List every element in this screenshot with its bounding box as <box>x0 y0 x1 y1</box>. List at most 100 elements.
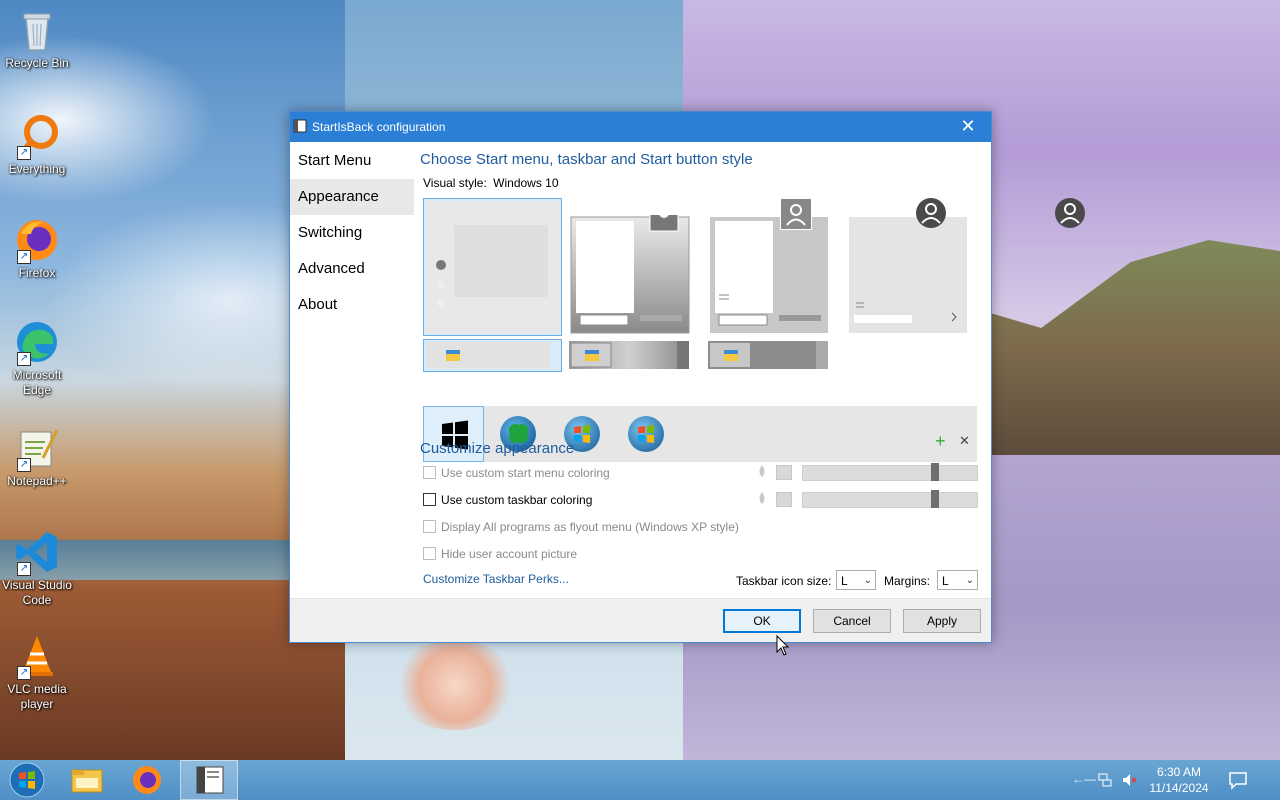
taskbar-file-explorer[interactable] <box>58 760 116 800</box>
customize-heading: Customize appearance <box>420 440 575 457</box>
shortcut-arrow-icon: ↗ <box>17 352 31 366</box>
ok-button[interactable]: OK <box>723 609 801 633</box>
taskbar-icon-size-label: Taskbar icon size: <box>736 574 832 588</box>
taskbar-icon-size-select[interactable]: L ⌄ <box>836 570 876 590</box>
taskbar-startisback-config[interactable] <box>180 760 238 800</box>
taskbar-firefox[interactable] <box>118 760 176 800</box>
desktop-icon-label: Firefox <box>18 266 56 280</box>
checkbox-label: Display All programs as flyout menu (Win… <box>441 520 739 534</box>
shortcut-arrow-icon: ↗ <box>17 250 31 264</box>
chevron-down-icon: ⌄ <box>863 575 872 586</box>
checkbox-flyout-all-programs[interactable]: Display All programs as flyout menu (Win… <box>423 519 739 535</box>
cancel-button[interactable]: Cancel <box>813 609 891 633</box>
nav-item-advanced[interactable]: Advanced <box>290 251 414 287</box>
start-menu-style-windows7[interactable] <box>569 202 691 336</box>
app-window-icon <box>293 119 307 133</box>
firefox-icon: ↗ <box>13 216 61 264</box>
start-menu-style-windows10[interactable] <box>423 198 562 336</box>
desktop-icon-label: Everything <box>8 162 66 176</box>
desktop-icon-everything[interactable]: ↗ Everything <box>0 112 74 177</box>
visual-style-label: Visual style: <box>423 176 487 190</box>
taskbar-style-windows7[interactable] <box>569 341 689 369</box>
checkbox-label: Use custom start menu coloring <box>441 466 610 480</box>
close-button[interactable]: ✕ <box>945 112 991 142</box>
dialog-footer: OK Cancel Apply <box>290 598 991 642</box>
shortcut-arrow-icon: ↗ <box>17 458 31 472</box>
visual-style-row: Visual style: Windows 10 <box>423 176 559 190</box>
volume-muted-icon[interactable] <box>1121 772 1137 791</box>
taskbar-opacity-slider[interactable] <box>802 490 978 508</box>
add-start-button-icon[interactable]: + <box>935 431 946 452</box>
desktop-icon-label: VLC media player <box>7 682 67 711</box>
shortcut-arrow-icon: ↗ <box>17 666 31 680</box>
checkbox-custom-start-menu-coloring[interactable]: Use custom start menu coloring <box>423 465 610 481</box>
customize-taskbar-perks-link[interactable]: Customize Taskbar Perks... <box>423 572 569 586</box>
checkbox-box[interactable] <box>423 466 436 479</box>
desktop-icon-label: Recycle Bin <box>5 56 69 70</box>
nav-item-appearance[interactable]: Appearance <box>290 179 414 215</box>
chevron-down-icon: ⌄ <box>965 575 974 586</box>
desktop-icon-edge[interactable]: ↗ Microsoft Edge <box>0 318 74 398</box>
nav-item-start-menu[interactable]: Start Menu <box>290 143 414 179</box>
checkbox-custom-taskbar-coloring[interactable]: Use custom taskbar coloring <box>423 492 592 508</box>
checkbox-label: Hide user account picture <box>441 547 578 561</box>
tray-overflow-icon[interactable]: ←— <box>1072 772 1096 786</box>
notepadpp-icon: ↗ <box>13 424 61 472</box>
startisback-config-dialog: StartIsBack configuration ✕ Start Menu A… <box>289 111 1085 643</box>
settings-nav: Start Menu Appearance Switching Advanced… <box>290 143 414 323</box>
transparency-drop-icon <box>757 492 767 504</box>
edge-icon: ↗ <box>13 318 61 366</box>
taskbar: ←— 6:30 AM 11/14/2024 <box>0 760 1280 800</box>
checkbox-box[interactable] <box>423 547 436 560</box>
start-menu-color-swatch[interactable] <box>776 465 792 480</box>
checkbox-hide-user-picture[interactable]: Hide user account picture <box>423 546 577 562</box>
slider-thumb[interactable] <box>931 490 939 508</box>
desktop-icon-label: Microsoft Edge <box>12 368 62 397</box>
everything-icon: ↗ <box>13 112 61 160</box>
checkbox-box[interactable] <box>423 520 436 533</box>
style-heading: Choose Start menu, taskbar and Start but… <box>420 151 753 168</box>
vscode-icon: ↗ <box>13 528 61 576</box>
recycle-bin-icon <box>13 6 61 54</box>
taskbar-style-windows10[interactable] <box>423 339 562 372</box>
margins-select[interactable]: L ⌄ <box>937 570 978 590</box>
clock-date[interactable]: 11/14/2024 <box>1144 781 1214 795</box>
taskbar-style-windows8[interactable] <box>708 341 828 369</box>
desktop-icon-label: Notepad++ <box>7 474 67 488</box>
transparency-drop-icon <box>757 465 767 477</box>
user-avatar-square <box>780 198 812 230</box>
desktop-icon-label: Visual Studio Code <box>2 578 72 607</box>
desktop-icon-notepadpp[interactable]: ↗ Notepad++ <box>0 424 74 489</box>
start-button-vista-orb[interactable] <box>628 416 664 452</box>
desktop-icon-vscode[interactable]: ↗ Visual Studio Code <box>0 528 74 608</box>
notification-center-icon[interactable] <box>1228 770 1248 793</box>
wallpaper-cloud <box>390 640 520 730</box>
start-menu-opacity-slider[interactable] <box>802 463 978 481</box>
desktop-icon-vlc[interactable]: ↗ VLC media player <box>0 632 74 712</box>
appearance-panel: Choose Start menu, taskbar and Start but… <box>420 143 1085 598</box>
margins-label: Margins: <box>884 574 931 588</box>
visual-style-value[interactable]: Windows 10 <box>493 176 558 190</box>
checkbox-box[interactable] <box>423 493 436 506</box>
dialog-title: StartIsBack configuration <box>312 120 446 134</box>
nav-item-switching[interactable]: Switching <box>290 215 414 251</box>
clock-time[interactable]: 6:30 AM <box>1144 765 1214 779</box>
start-menu-style-windows8[interactable] <box>708 214 830 336</box>
remove-start-button-icon[interactable]: ✕ <box>959 433 970 449</box>
nav-item-about[interactable]: About <box>290 287 414 323</box>
dialog-titlebar[interactable]: StartIsBack configuration ✕ <box>290 112 991 142</box>
apply-button[interactable]: Apply <box>903 609 981 633</box>
shortcut-arrow-icon: ↗ <box>17 562 31 576</box>
desktop-icon-firefox[interactable]: ↗ Firefox <box>0 216 74 281</box>
start-orb-button[interactable] <box>0 760 54 800</box>
slider-thumb[interactable] <box>931 463 939 481</box>
mouse-cursor-icon <box>776 634 790 660</box>
desktop-icon-recycle-bin[interactable]: Recycle Bin <box>0 6 74 71</box>
shortcut-arrow-icon: ↗ <box>17 146 31 160</box>
taskbar-color-swatch[interactable] <box>776 492 792 507</box>
select-value: L <box>841 574 848 588</box>
start-menu-style-plain[interactable] <box>847 214 969 336</box>
vlc-icon: ↗ <box>13 632 61 680</box>
user-avatar-circle-2 <box>1055 198 1085 228</box>
network-icon[interactable] <box>1097 772 1113 791</box>
